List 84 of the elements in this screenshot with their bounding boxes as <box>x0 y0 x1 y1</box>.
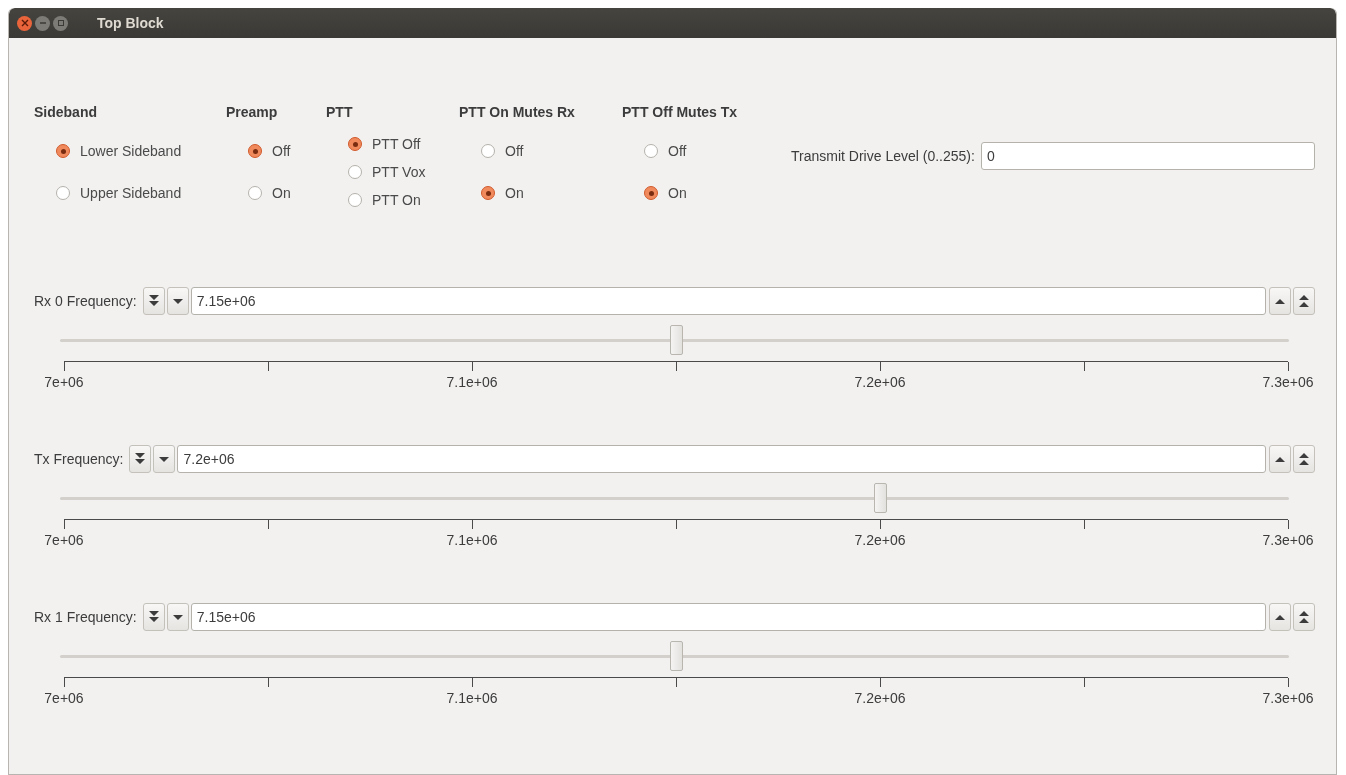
minimize-button[interactable] <box>35 15 50 31</box>
scale-label: 7.3e+06 <box>1262 690 1314 706</box>
step-down-button[interactable] <box>166 603 189 631</box>
scale-label: 7e+06 <box>44 374 84 390</box>
field-label: Transmit Drive Level (0..255): <box>791 148 975 164</box>
step-down-button[interactable] <box>166 287 189 315</box>
group-heading: Sideband <box>34 104 97 120</box>
window-title: Top Block <box>97 15 164 31</box>
radio-button[interactable] <box>248 186 262 200</box>
step-down-button[interactable] <box>153 445 176 473</box>
up-icon <box>1274 455 1286 463</box>
step-up-button[interactable] <box>1293 445 1315 473</box>
input-field[interactable]: 7.15e+06 <box>190 287 1266 315</box>
radio-button[interactable] <box>644 144 658 158</box>
slider[interactable] <box>60 483 1289 513</box>
step-up-button[interactable] <box>1293 287 1315 315</box>
down-icon <box>158 455 171 463</box>
step-down-button[interactable] <box>142 287 165 315</box>
step-up-button[interactable] <box>1269 445 1291 473</box>
radio-option[interactable]: Off <box>644 143 687 159</box>
radio-option[interactable]: On <box>248 185 291 201</box>
radio-button[interactable] <box>348 165 362 179</box>
double-down-icon <box>134 452 147 466</box>
up-icon <box>1274 613 1286 621</box>
radio-option[interactable]: On <box>481 185 524 201</box>
radio-option[interactable]: PTT Vox <box>348 164 426 180</box>
scale-label: 7.1e+06 <box>446 374 498 390</box>
radio-button[interactable] <box>644 186 658 200</box>
close-icon <box>20 19 29 27</box>
step-up-button[interactable] <box>1269 603 1291 631</box>
double-down-icon <box>147 294 160 308</box>
input-field[interactable]: 0 <box>980 142 1315 170</box>
step-up-button[interactable] <box>1269 287 1291 315</box>
radio-button[interactable] <box>481 186 495 200</box>
slider-handle[interactable] <box>874 483 888 513</box>
group-heading: PTT Off Mutes Tx <box>622 104 738 120</box>
radio-button[interactable] <box>56 144 70 158</box>
radio-option[interactable]: PTT Off <box>348 136 421 152</box>
radio-option[interactable]: Upper Sideband <box>56 185 182 201</box>
up-icon <box>1274 297 1286 305</box>
field-label: Tx Frequency: <box>34 451 124 467</box>
double-up-icon <box>1298 610 1310 624</box>
input-field[interactable]: 7.2e+06 <box>177 445 1266 473</box>
radio-option[interactable]: Off <box>248 143 291 159</box>
radio-button[interactable] <box>348 137 362 151</box>
double-up-icon <box>1298 294 1310 308</box>
radio-button[interactable] <box>348 193 362 207</box>
radio-button[interactable] <box>248 144 262 158</box>
down-icon <box>171 297 184 305</box>
radio-option[interactable]: PTT On <box>348 192 421 208</box>
field-label: Rx 0 Frequency: <box>34 293 137 309</box>
slider-handle[interactable] <box>669 325 683 355</box>
radio-option[interactable]: Lower Sideband <box>56 143 182 159</box>
step-down-button[interactable] <box>129 445 152 473</box>
scale-label: 7.2e+06 <box>854 374 906 390</box>
radio-option[interactable]: On <box>644 185 687 201</box>
slider[interactable] <box>60 325 1289 355</box>
maximize-icon <box>56 19 65 27</box>
minimize-icon <box>38 19 47 27</box>
radio-option[interactable]: Off <box>481 143 524 159</box>
input-field[interactable]: 7.15e+06 <box>190 603 1266 631</box>
slider-handle[interactable] <box>669 641 683 671</box>
scale-label: 7e+06 <box>44 690 84 706</box>
group-heading: Preamp <box>226 104 278 120</box>
scale-label: 7.3e+06 <box>1262 532 1314 548</box>
scale-label: 7.3e+06 <box>1262 374 1314 390</box>
field-label: Rx 1 Frequency: <box>34 609 137 625</box>
scale-label: 7e+06 <box>44 532 84 548</box>
scale-label: 7.2e+06 <box>854 532 906 548</box>
radio-button[interactable] <box>56 186 70 200</box>
scale-label: 7.1e+06 <box>446 532 498 548</box>
step-down-button[interactable] <box>142 603 165 631</box>
down-icon <box>171 613 184 621</box>
close-button[interactable] <box>17 15 32 31</box>
double-down-icon <box>147 610 160 624</box>
step-up-button[interactable] <box>1293 603 1315 631</box>
maximize-button[interactable] <box>53 15 68 31</box>
scale-label: 7.1e+06 <box>446 690 498 706</box>
group-heading: PTT <box>326 104 353 120</box>
scale-label: 7.2e+06 <box>854 690 906 706</box>
radio-button[interactable] <box>481 144 495 158</box>
group-heading: PTT On Mutes Rx <box>459 104 575 120</box>
slider[interactable] <box>60 641 1289 671</box>
double-up-icon <box>1298 452 1310 466</box>
